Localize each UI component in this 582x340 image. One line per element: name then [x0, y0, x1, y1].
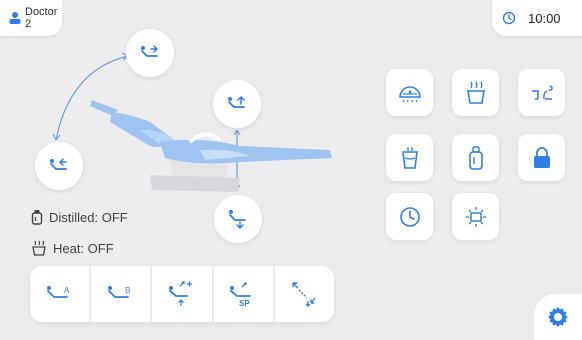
timer-button[interactable] — [386, 193, 433, 240]
program-a-button[interactable]: A — [30, 266, 92, 322]
lock-button[interactable] — [518, 134, 565, 181]
operating-light-icon — [397, 83, 423, 103]
water-bottle-icon — [468, 145, 484, 170]
spittoon-button[interactable] — [518, 69, 565, 116]
program-reset-button[interactable] — [275, 266, 334, 322]
backrest-up-icon — [139, 43, 161, 63]
program-bar: A B SP — [30, 266, 334, 322]
seat-down-icon — [227, 208, 249, 230]
program-b-button[interactable]: B — [91, 266, 153, 322]
spittoon-icon — [530, 83, 554, 103]
cup-fill-icon — [400, 146, 420, 170]
heat-status-text: Heat: OFF — [53, 240, 114, 256]
backrest-down-button[interactable] — [35, 142, 83, 190]
program-a-icon: A — [46, 286, 70, 298]
heater-icon — [465, 81, 487, 105]
program-reset-icon — [292, 282, 316, 307]
light-sensor-icon — [464, 205, 488, 229]
program-sp-icon: SP — [230, 282, 252, 307]
operating-light-button[interactable] — [386, 69, 433, 116]
cup-fill-button[interactable] — [386, 134, 433, 181]
seat-up-icon — [226, 94, 248, 114]
backrest-down-icon — [48, 156, 70, 176]
heater-button[interactable] — [452, 69, 499, 116]
backrest-up-button[interactable] — [126, 29, 174, 77]
program-up-icon — [169, 281, 192, 306]
distilled-status: Distilled: OFF — [31, 209, 128, 225]
water-bottle-icon — [31, 209, 43, 225]
settings-button[interactable] — [534, 294, 582, 340]
program-b-label: B — [125, 286, 130, 295]
heater-icon — [31, 240, 47, 256]
distilled-status-text: Distilled: OFF — [49, 209, 128, 225]
timer-icon — [399, 206, 421, 228]
lock-icon — [533, 146, 551, 169]
heat-status: Heat: OFF — [31, 240, 114, 256]
program-a-label: A — [64, 286, 70, 295]
program-b-icon: B — [107, 286, 130, 298]
seat-down-button[interactable] — [214, 195, 262, 243]
light-sensor-button[interactable] — [452, 193, 499, 240]
water-bottle-button[interactable] — [452, 134, 499, 181]
program-up-button[interactable] — [152, 266, 214, 322]
program-sp-button[interactable]: SP — [214, 266, 275, 322]
program-sp-label: SP — [239, 299, 250, 307]
gear-icon — [547, 306, 569, 328]
seat-up-button[interactable] — [213, 80, 261, 128]
